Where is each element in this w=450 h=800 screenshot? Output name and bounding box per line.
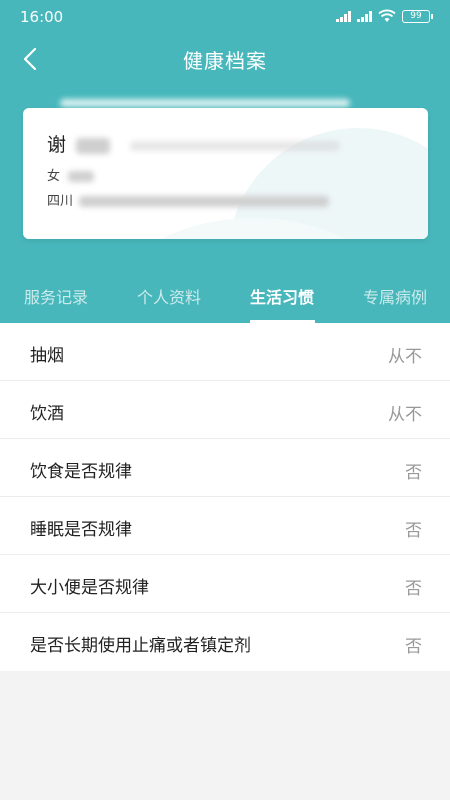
item-value: 从不: [388, 405, 422, 425]
patient-name: 谢: [47, 130, 341, 157]
tab-lifestyle-habits[interactable]: 生活习惯: [250, 284, 314, 308]
item-label: 饮食是否规律: [30, 462, 132, 482]
patient-gender-age: 女: [47, 165, 95, 184]
redacted-name: [76, 137, 111, 154]
tab-service-records[interactable]: 服务记录: [24, 284, 88, 308]
profile-card: 谢 女 四川: [23, 108, 428, 239]
item-label: 是否长期使用止痛或者镇定剂: [30, 636, 251, 656]
tab-personal-info[interactable]: 个人资料: [137, 284, 201, 308]
item-label: 抽烟: [30, 346, 64, 366]
page-title: 健康档案: [183, 49, 267, 73]
redacted-info: [130, 140, 341, 151]
battery-icon: 99: [402, 9, 433, 23]
item-label: 睡眠是否规律: [30, 520, 132, 540]
item-label: 饮酒: [30, 404, 64, 424]
redacted-address: [79, 196, 330, 207]
list-item-bowel[interactable]: 大小便是否规律 否: [0, 555, 450, 613]
list-item-smoking[interactable]: 抽烟 从不: [0, 323, 450, 381]
item-label: 大小便是否规律: [30, 578, 149, 598]
status-bar: 16:00 99: [0, 0, 450, 34]
patient-gender: 女: [47, 169, 61, 184]
redacted-strip: [60, 99, 350, 107]
list-item-drinking[interactable]: 饮酒 从不: [0, 381, 450, 439]
signal-hd-icon: [357, 10, 372, 22]
item-value: 否: [405, 463, 422, 483]
status-time: 16:00: [20, 8, 64, 26]
wifi-icon: [378, 9, 396, 22]
patient-name-text: 谢: [47, 134, 67, 156]
patient-address: 四川: [47, 190, 330, 209]
item-value: 否: [405, 637, 422, 657]
signal-icon: [336, 10, 351, 22]
list-item-painkillers[interactable]: 是否长期使用止痛或者镇定剂 否: [0, 613, 450, 671]
item-value: 否: [405, 521, 422, 541]
status-icons: 99: [336, 9, 433, 23]
tab-bar: 服务记录 个人资料 生活习惯 专属病例: [0, 274, 450, 323]
header-background: 16:00 99 健康档案 谢 女 四川 服务记录 个人资料 生活习惯 专属病例: [0, 0, 450, 323]
list-item-sleep[interactable]: 睡眠是否规律 否: [0, 497, 450, 555]
tab-exclusive-cases[interactable]: 专属病例: [363, 284, 427, 308]
nav-bar: 健康档案: [0, 34, 450, 84]
habits-list: 抽烟 从不 饮酒 从不 饮食是否规律 否 睡眠是否规律 否 大小便是否规律 否 …: [0, 323, 450, 671]
list-item-diet[interactable]: 饮食是否规律 否: [0, 439, 450, 497]
item-value: 从不: [388, 347, 422, 367]
item-value: 否: [405, 579, 422, 599]
redacted-age: [68, 171, 95, 182]
patient-address-text: 四川: [47, 194, 74, 209]
